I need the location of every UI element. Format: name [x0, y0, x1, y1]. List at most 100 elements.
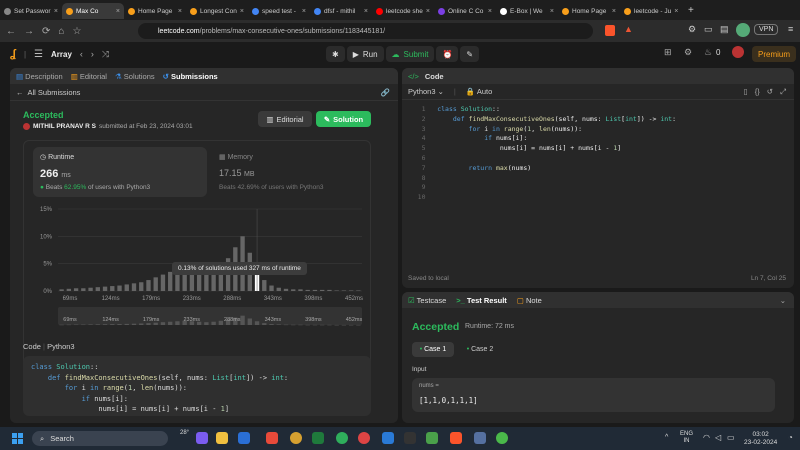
- run-button[interactable]: ▶ Run: [346, 46, 384, 62]
- brave-icon[interactable]: [450, 432, 462, 444]
- debug-button[interactable]: ✱: [326, 46, 345, 62]
- bookmark-icon[interactable]: ☆: [72, 26, 81, 37]
- problem-list-icon[interactable]: ☰: [34, 49, 43, 60]
- terminal-icon[interactable]: [404, 432, 416, 444]
- layout-icon[interactable]: ⊞: [664, 47, 672, 58]
- extensions-icon[interactable]: ⚙: [688, 24, 696, 35]
- browser-tab[interactable]: Home Page ×: [558, 3, 620, 19]
- language-select[interactable]: Python3 ⌄: [408, 87, 444, 96]
- profile-avatar[interactable]: [736, 23, 750, 37]
- case-2-button[interactable]: • Case 2: [460, 342, 500, 357]
- close-tab-icon[interactable]: ×: [612, 8, 616, 15]
- prev-problem-icon[interactable]: ‹: [80, 49, 83, 59]
- collapse-icon[interactable]: ⌄: [780, 296, 786, 305]
- case-1-button[interactable]: • Case 1: [412, 342, 454, 357]
- bookmark-icon[interactable]: ▯: [744, 87, 748, 97]
- tab-description[interactable]: ▤ Description: [16, 72, 63, 81]
- braces-icon[interactable]: {}: [755, 87, 760, 97]
- store-icon[interactable]: [238, 432, 250, 444]
- close-tab-icon[interactable]: ×: [54, 8, 58, 15]
- url-bar[interactable]: leetcode.com/problems/max-consecutive-on…: [138, 23, 593, 39]
- chrome-icon[interactable]: [290, 432, 302, 444]
- user-avatar[interactable]: [732, 46, 744, 58]
- notes-button[interactable]: ✎: [460, 46, 480, 62]
- app3-icon[interactable]: [496, 432, 508, 444]
- close-tab-icon[interactable]: ×: [488, 8, 492, 15]
- close-tab-icon[interactable]: ×: [302, 8, 306, 15]
- clock[interactable]: 03:02 23-02-2024: [744, 431, 777, 447]
- new-tab-icon[interactable]: +: [688, 5, 694, 16]
- reload-icon[interactable]: ⟳: [42, 26, 50, 37]
- all-submissions-link[interactable]: ← All Submissions 🔗: [10, 84, 398, 101]
- reset-icon[interactable]: ↺: [767, 87, 773, 97]
- tab-test-result[interactable]: >_ Test Result: [456, 296, 507, 305]
- app-icon[interactable]: [266, 432, 278, 444]
- tray-chevron-icon[interactable]: ^: [665, 434, 668, 441]
- browser-tab[interactable]: Online C Co ×: [434, 3, 496, 19]
- vscode-icon[interactable]: [382, 432, 394, 444]
- tab-editorial[interactable]: ▥ Editorial: [71, 72, 107, 81]
- brave-shield-icon[interactable]: [605, 25, 615, 36]
- solution-button[interactable]: ✎ Solution: [316, 111, 371, 127]
- home-icon[interactable]: ⌂: [58, 26, 64, 37]
- close-tab-icon[interactable]: ×: [550, 8, 554, 15]
- tab-note[interactable]: ▢ Note: [517, 296, 542, 305]
- premium-button[interactable]: Premium: [752, 46, 797, 62]
- browser-tab[interactable]: speed test - ×: [248, 3, 310, 19]
- close-tab-icon[interactable]: ×: [426, 8, 430, 15]
- username[interactable]: MITHIL PRANAV R S: [33, 123, 96, 130]
- file-explorer-icon[interactable]: [216, 432, 228, 444]
- editorial-button[interactable]: ▥ Editorial: [258, 111, 312, 127]
- battery-icon[interactable]: ▭: [727, 433, 735, 442]
- nodejs-icon[interactable]: [426, 432, 438, 444]
- browser-tab[interactable]: dfsf - mithil ×: [310, 3, 372, 19]
- sidebar-icon[interactable]: ▭: [704, 24, 713, 35]
- browser-tab[interactable]: Home Page ×: [124, 3, 186, 19]
- forward-icon[interactable]: →: [24, 26, 34, 37]
- weather-temp[interactable]: 28°: [180, 430, 189, 436]
- settings-icon[interactable]: ⚙: [684, 47, 692, 58]
- teams-icon[interactable]: [196, 432, 208, 444]
- close-tab-icon[interactable]: ×: [178, 8, 182, 15]
- close-tab-icon[interactable]: ×: [674, 8, 678, 15]
- close-tab-icon[interactable]: ×: [240, 8, 244, 15]
- windows-start-icon[interactable]: [12, 433, 23, 444]
- runtime-box[interactable]: ◷ Runtime 266 ms ● Beats 62.95% of users…: [33, 147, 207, 197]
- submit-button[interactable]: ☁ Submit: [385, 46, 435, 62]
- problem-list-title[interactable]: Array: [51, 50, 72, 59]
- leetcode-logo[interactable]: ʆ: [10, 48, 16, 60]
- fullscreen-icon[interactable]: ⤢: [780, 87, 786, 97]
- browser-tab[interactable]: Longest Con ×: [186, 3, 248, 19]
- browser-tab[interactable]: leetcode she ×: [372, 3, 434, 19]
- auto-mode-toggle[interactable]: 🔒 Auto: [466, 87, 492, 96]
- browser-tab[interactable]: E-Box | We ×: [496, 3, 558, 19]
- wifi-icon[interactable]: ◠: [703, 433, 710, 442]
- link-icon[interactable]: 🔗: [381, 88, 390, 97]
- app2-icon[interactable]: [474, 432, 486, 444]
- tab-solutions[interactable]: ⚗ Solutions: [115, 72, 155, 81]
- back-icon[interactable]: ←: [6, 26, 16, 37]
- browser-tab[interactable]: Set Passwor ×: [0, 3, 62, 19]
- language-indicator[interactable]: ENG IN: [680, 431, 693, 445]
- code-editor[interactable]: 1 class Solution:: 2 def findMaxConsecut…: [402, 105, 794, 235]
- volume-icon[interactable]: ◁: [715, 433, 721, 442]
- timer-button[interactable]: ⏰: [436, 46, 459, 62]
- next-problem-icon[interactable]: ›: [91, 49, 94, 59]
- close-tab-icon[interactable]: ×: [364, 8, 368, 15]
- menu-icon[interactable]: ≡: [788, 24, 793, 34]
- tab-submissions[interactable]: ↺ Submissions: [163, 72, 218, 81]
- taskbar-search[interactable]: ⌕ Search: [32, 431, 168, 446]
- notification-icon[interactable]: ◔: [788, 433, 793, 442]
- chrome-canary-icon[interactable]: [336, 432, 348, 444]
- memory-box[interactable]: ▦ Memory 17.15 MB Beats 42.69% of users …: [212, 147, 362, 197]
- fire-icon[interactable]: ♨: [704, 47, 712, 58]
- wallet-icon[interactable]: ▤: [720, 24, 729, 35]
- shuffle-icon[interactable]: ⤨: [102, 49, 109, 60]
- opera-icon[interactable]: [358, 432, 370, 444]
- close-tab-icon[interactable]: ×: [116, 8, 120, 15]
- browser-tab[interactable]: Max Co ×: [62, 3, 124, 19]
- tab-testcase[interactable]: ☑ Testcase: [408, 296, 446, 305]
- vpn-button[interactable]: VPN: [754, 24, 779, 35]
- rewards-icon[interactable]: ▲: [624, 24, 633, 34]
- excel-icon[interactable]: [312, 432, 324, 444]
